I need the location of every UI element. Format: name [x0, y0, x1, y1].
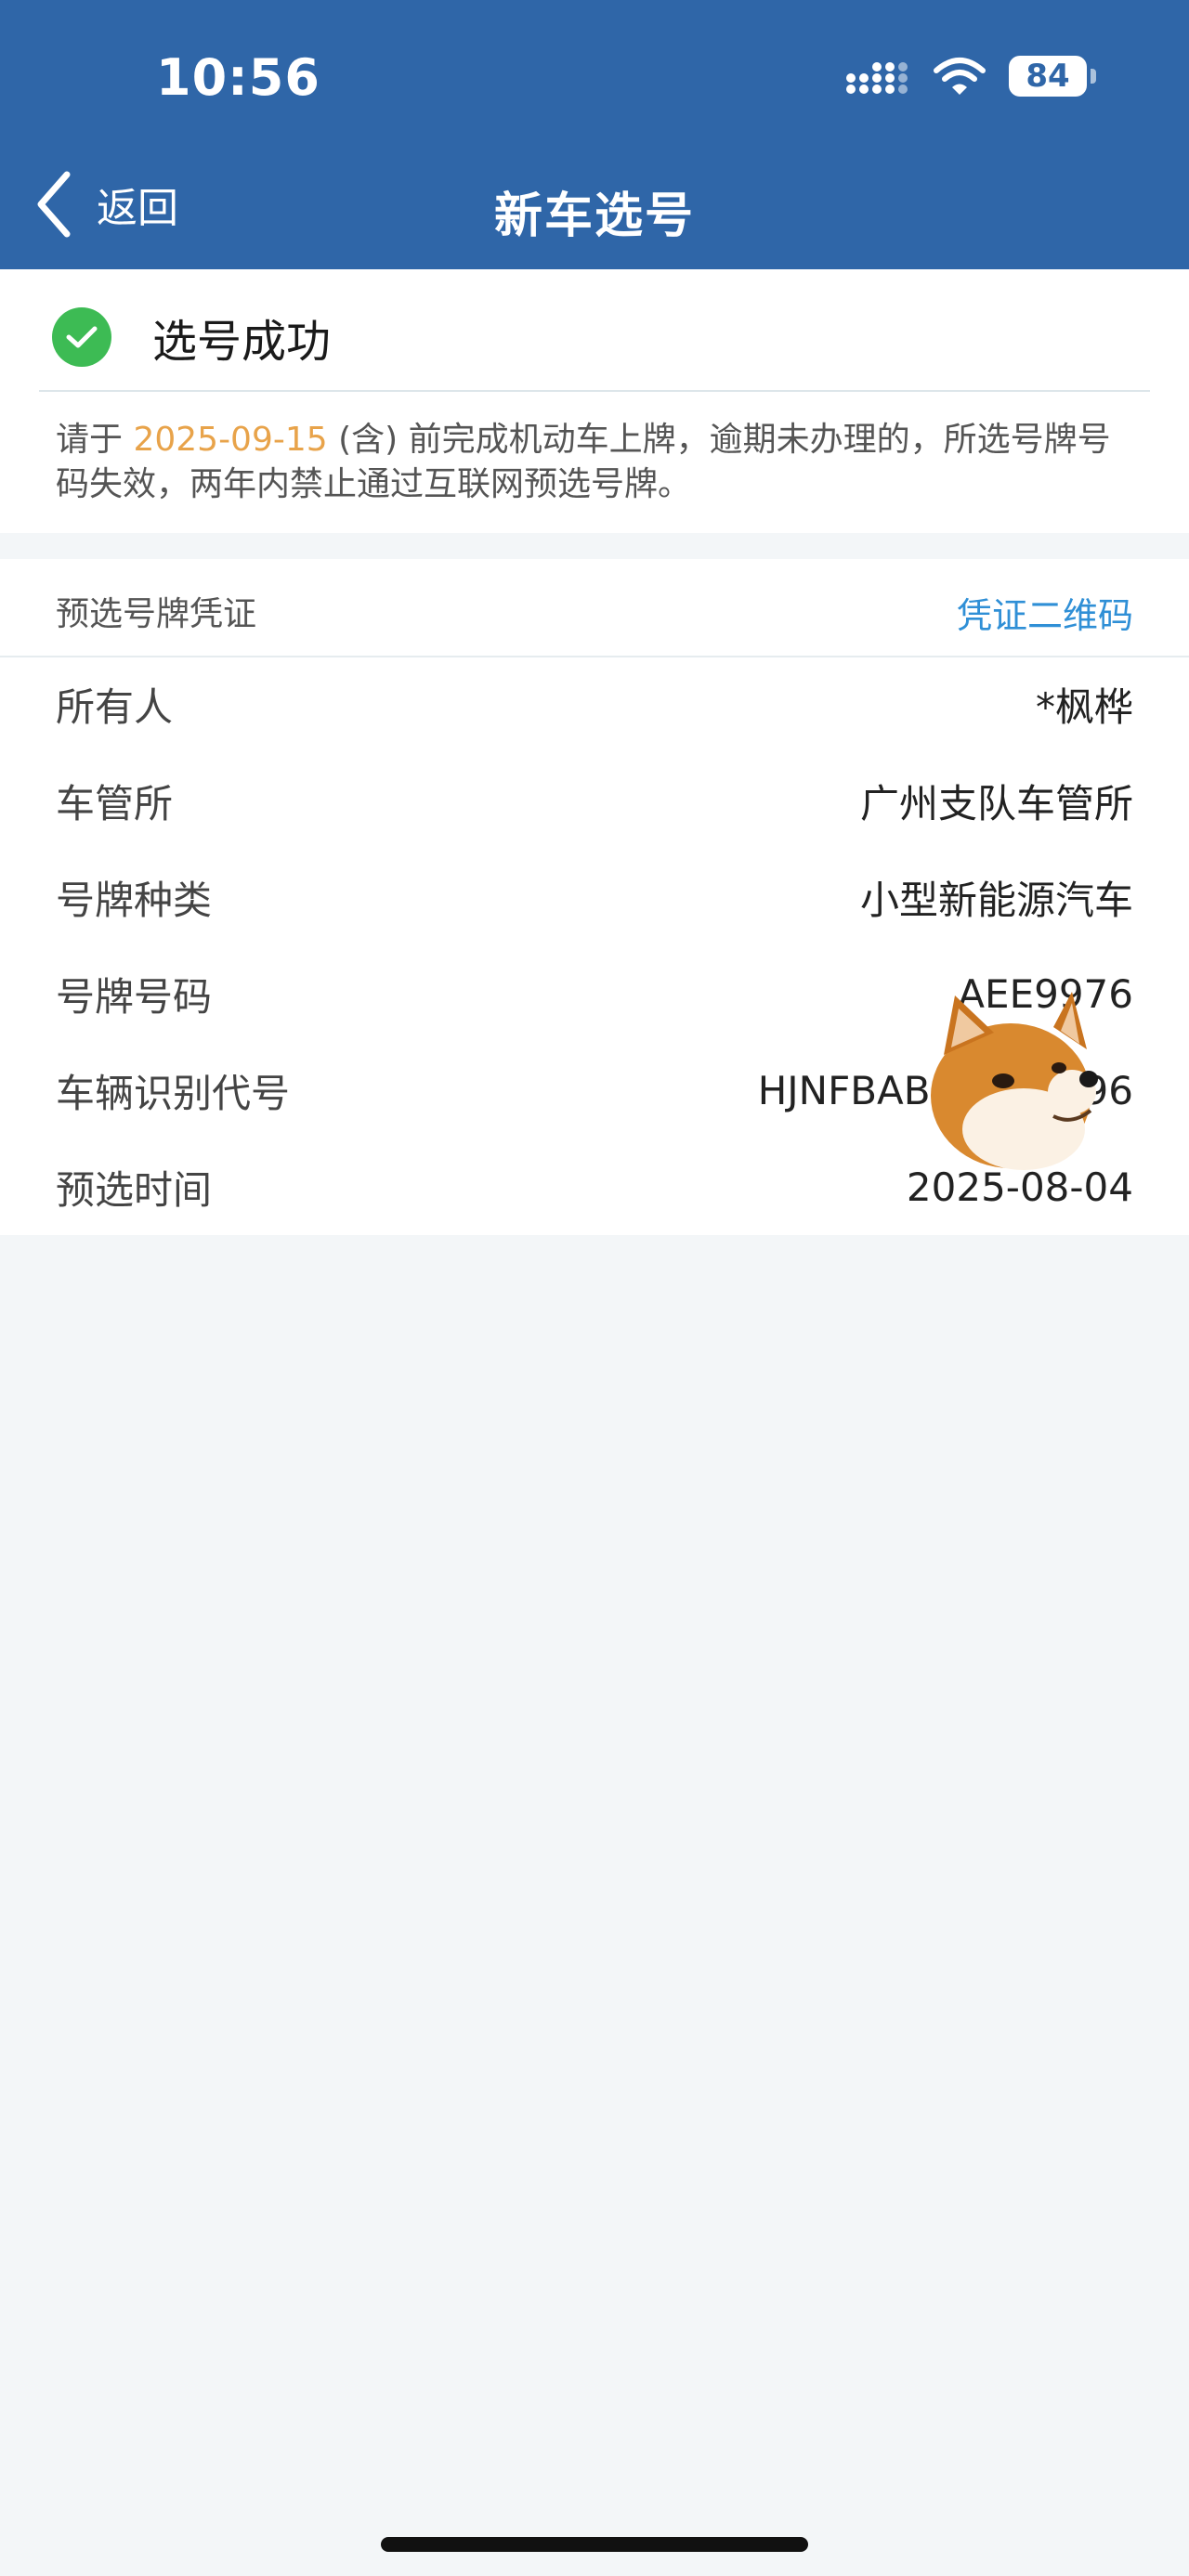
cellular-signal-icon: [846, 62, 908, 94]
page-title: 新车选号: [493, 189, 695, 244]
row-label: 所有人: [56, 683, 174, 730]
battery-level: 84: [1026, 58, 1070, 95]
status-icons: 84: [845, 56, 1096, 97]
row-value: 广州支队车管所: [859, 780, 1133, 826]
certificate-title: 预选号牌凭证: [56, 595, 257, 633]
row-label: 预选时间: [56, 1166, 213, 1213]
status-time: 10:56: [156, 48, 320, 107]
home-indicator[interactable]: [381, 2537, 808, 2552]
info-row-plate-type: 号牌种类 小型新能源汽车: [56, 849, 1133, 945]
expiry-notice: 请于 2025-09-15 (含) 前完成机动车上牌，逾期未办理的，所选号牌号码…: [56, 418, 1133, 507]
wifi-icon: [934, 58, 986, 95]
info-row-vehicle-office: 车管所 广州支队车管所: [56, 752, 1133, 849]
notice-date: 2025-09-15: [133, 421, 328, 459]
notice-prefix: 请于: [56, 421, 134, 459]
row-value: *枫桦: [1035, 683, 1133, 730]
battery-indicator: 84: [1009, 56, 1096, 97]
success-status: 选号成功: [52, 305, 331, 370]
check-circle-icon: [52, 307, 111, 367]
app-header: 10:56 84 返回 新车选号: [0, 0, 1189, 269]
divider: [39, 390, 1150, 392]
shiba-dog-sticker-icon: [931, 992, 1098, 1170]
info-row-owner: 所有人 *枫桦: [56, 656, 1133, 752]
success-panel: 选号成功 请于 2025-09-15 (含) 前完成机动车上牌，逾期未办理的，所…: [0, 269, 1189, 533]
row-label: 号牌号码: [56, 973, 213, 1020]
success-title: 选号成功: [152, 316, 332, 368]
row-value: 小型新能源汽车: [859, 877, 1133, 923]
row-label: 车辆识别代号: [56, 1070, 291, 1116]
row-label: 号牌种类: [56, 877, 213, 923]
certificate-header: 预选号牌凭证 凭证二维码: [0, 559, 1189, 657]
row-label: 车管所: [56, 780, 174, 826]
qr-code-link[interactable]: 凭证二维码: [957, 587, 1133, 638]
